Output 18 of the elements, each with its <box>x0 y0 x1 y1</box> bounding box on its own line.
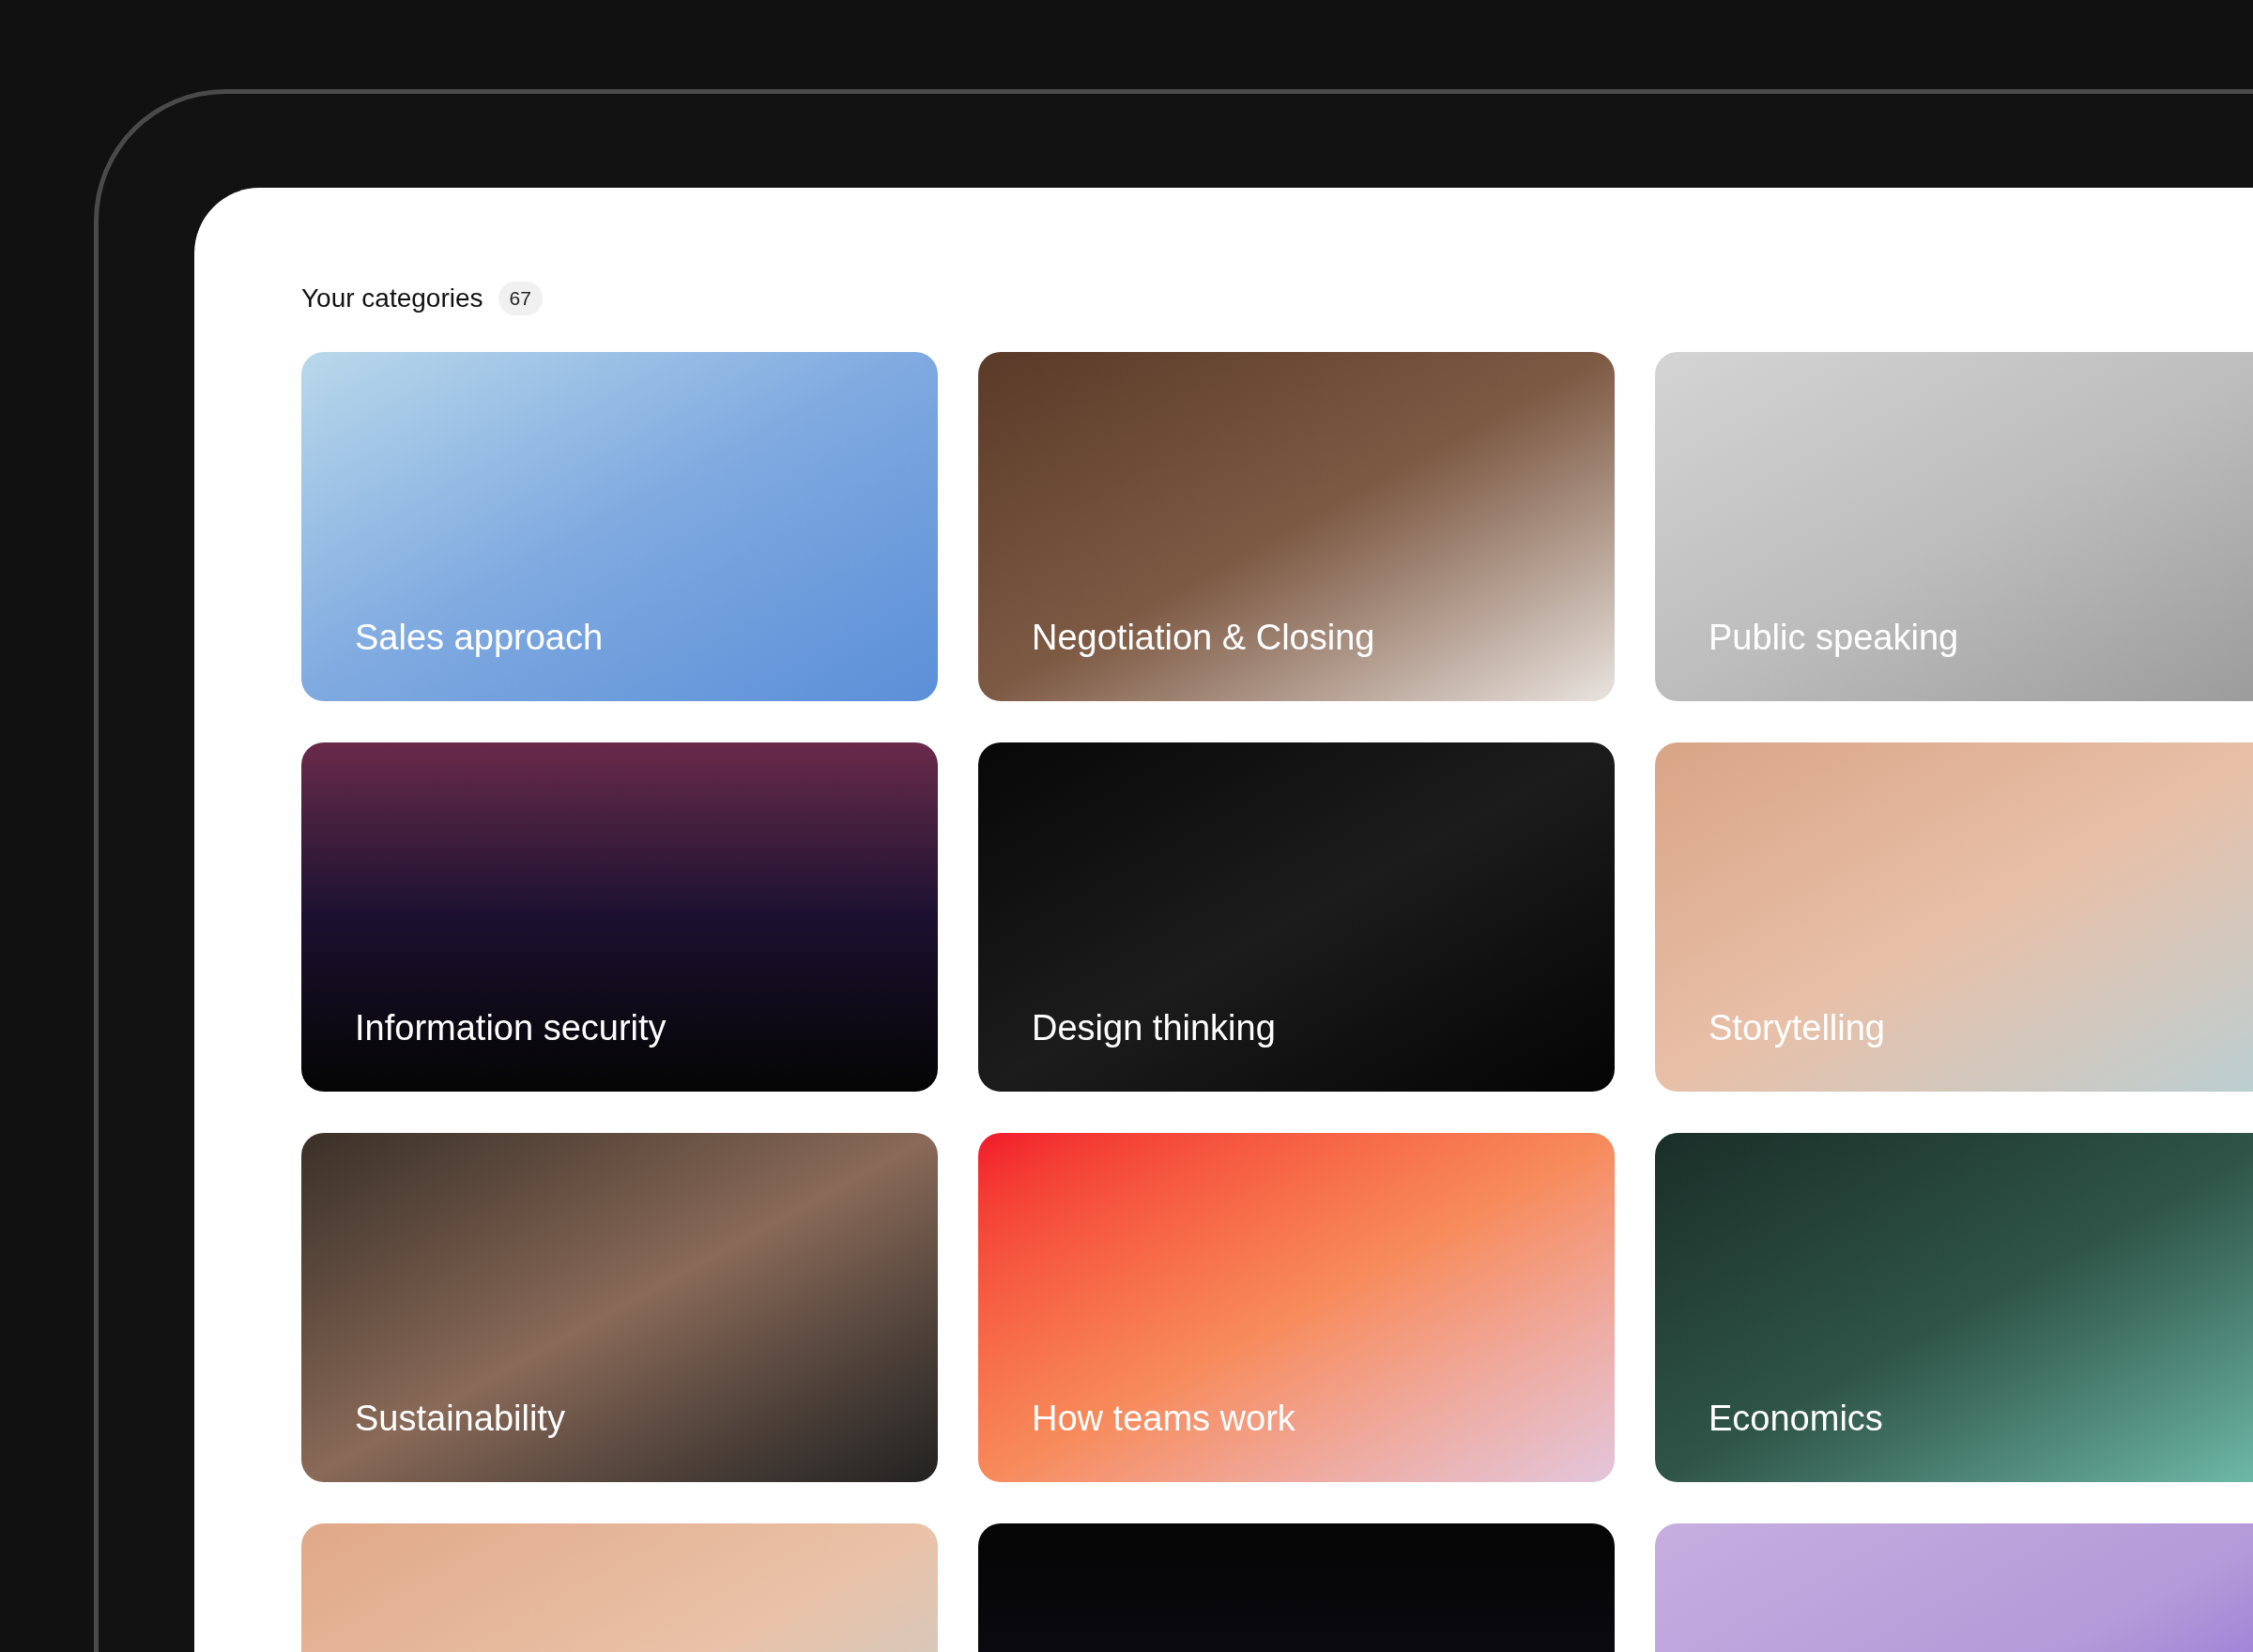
category-card[interactable]: Economics <box>1655 1133 2253 1482</box>
count-badge: 67 <box>498 282 543 315</box>
category-label: Sales approach <box>355 617 604 659</box>
category-card[interactable]: Sustainability <box>301 1133 938 1482</box>
category-label: Public speaking <box>1709 617 1959 659</box>
section-title: Your categories <box>301 283 483 314</box>
category-card[interactable]: Information security <box>301 742 938 1092</box>
category-card[interactable]: Sales approach <box>301 352 938 701</box>
category-label: Storytelling <box>1709 1007 1885 1049</box>
category-label: Information security <box>355 1007 667 1049</box>
category-card[interactable]: Negotiation & Closing <box>978 352 1615 701</box>
category-label: Negotiation & Closing <box>1032 617 1375 659</box>
category-card[interactable]: Design thinking <box>978 742 1615 1092</box>
category-label: How teams work <box>1032 1398 1295 1440</box>
category-label: Economics <box>1709 1398 1883 1440</box>
category-card[interactable]: How teams work <box>978 1133 1615 1482</box>
category-label: Sustainability <box>355 1398 565 1440</box>
category-label: Design thinking <box>1032 1007 1276 1049</box>
